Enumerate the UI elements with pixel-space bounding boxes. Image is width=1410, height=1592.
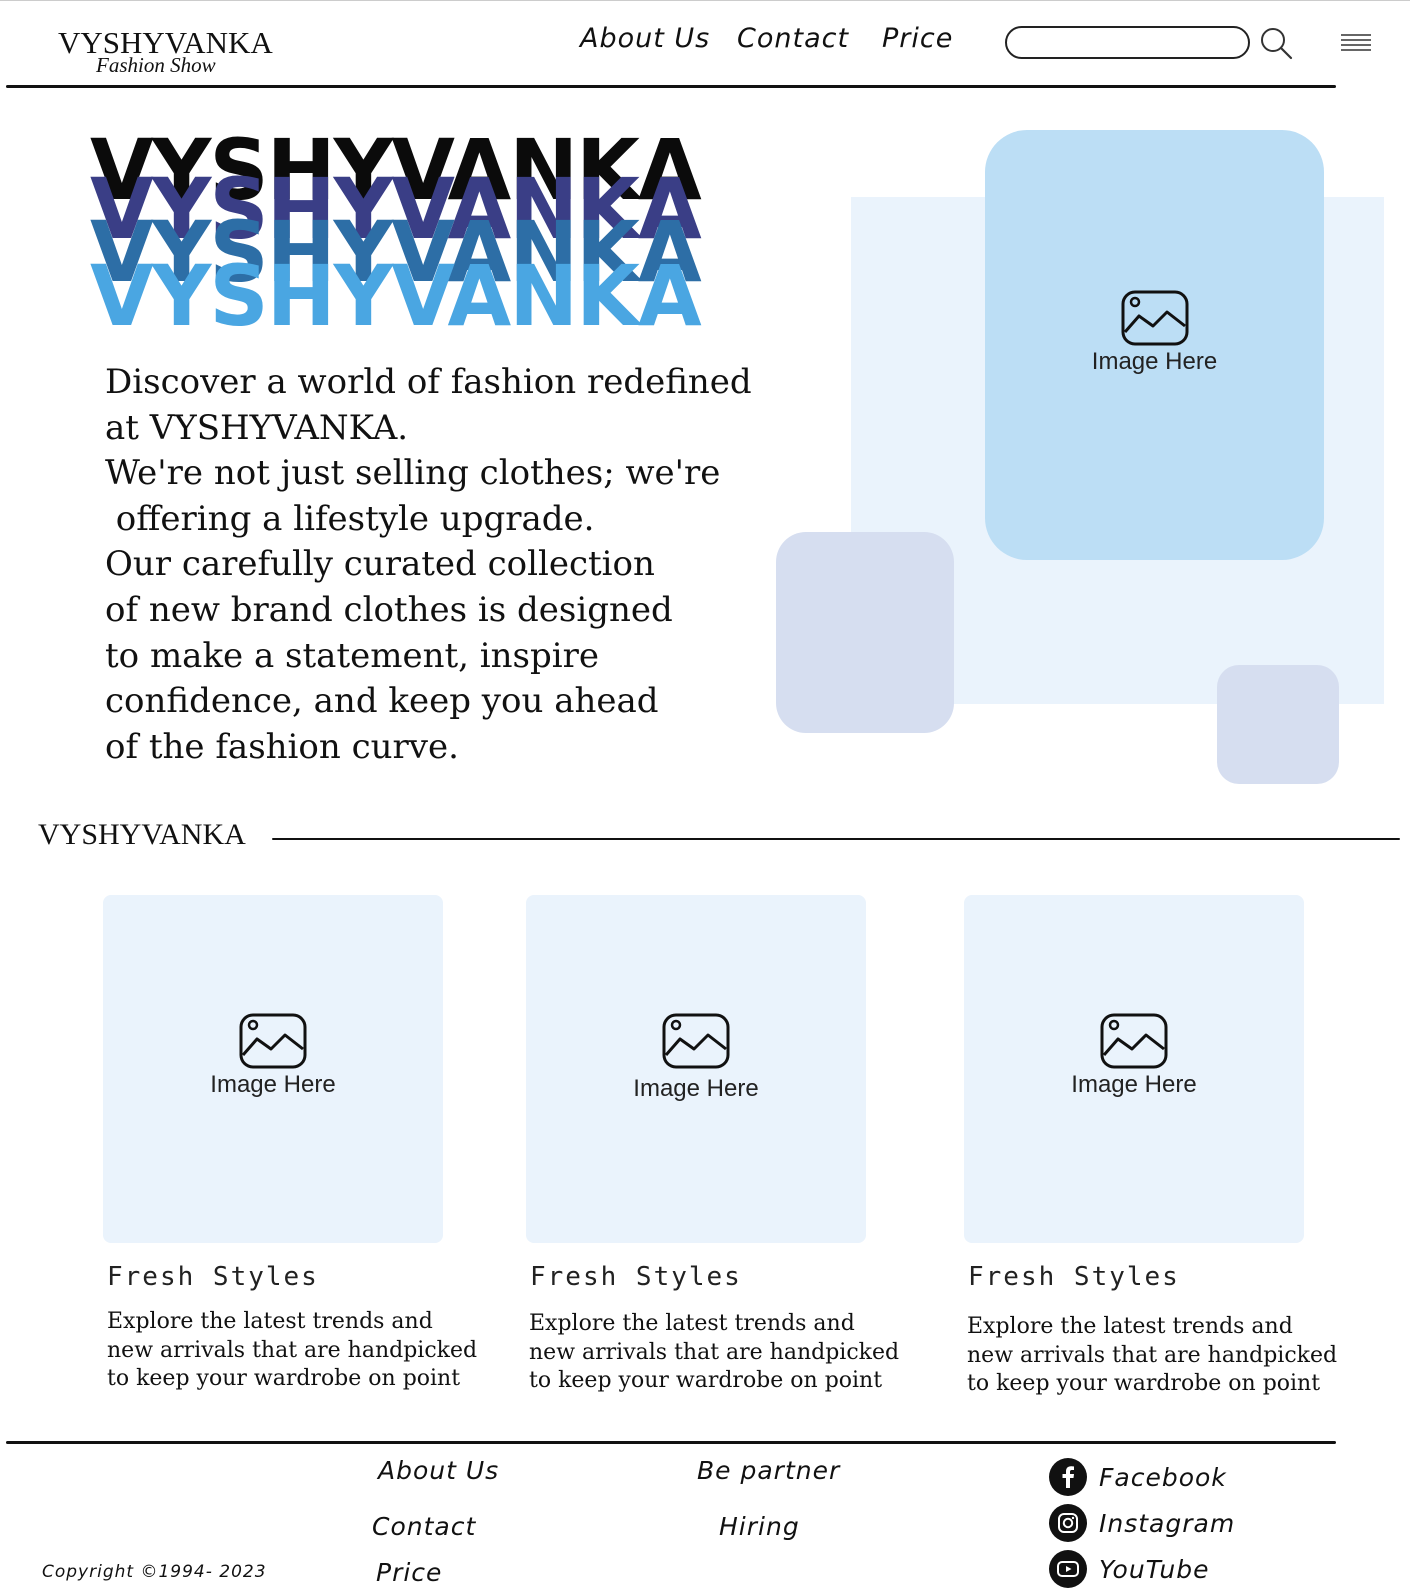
footer-divider	[6, 1441, 1336, 1444]
decorative-block	[776, 532, 954, 733]
image-placeholder: Image Here	[526, 1013, 866, 1103]
copyright-text: Copyright ©1994- 2023	[42, 1562, 267, 1582]
card-description: Explore the latest trends and new arriva…	[529, 1310, 909, 1396]
instagram-icon	[1049, 1504, 1087, 1542]
nav-contact[interactable]: Contact	[737, 23, 849, 54]
youtube-icon	[1049, 1550, 1087, 1588]
social-facebook-link[interactable]: Facebook	[1049, 1458, 1227, 1496]
footer-hiring-link[interactable]: Hiring	[719, 1512, 800, 1541]
hero-wordmark-layer: VYSHYVANKA	[90, 247, 702, 345]
image-icon	[1100, 1013, 1168, 1069]
card-title: Fresh Styles	[107, 1262, 319, 1292]
footer-be-partner-link[interactable]: Be partner	[697, 1456, 840, 1485]
facebook-label: Facebook	[1099, 1462, 1227, 1492]
image-placeholder-label: Image Here	[210, 1071, 336, 1098]
card-description: Explore the latest trends and new arriva…	[107, 1308, 487, 1394]
social-youtube-link[interactable]: YouTube	[1049, 1550, 1210, 1588]
image-placeholder-label: Image Here	[633, 1075, 759, 1102]
image-placeholder-label: Image Here	[1091, 348, 1218, 375]
card-description-line: new arrivals that are handpicked	[107, 1337, 478, 1363]
card-description-line: to keep your wardrobe on point	[967, 1371, 1321, 1396]
hero-description: Discover a world of fashion redefined at…	[105, 362, 752, 767]
decorative-block	[1217, 665, 1339, 784]
footer-contact-link[interactable]: Contact	[372, 1512, 476, 1541]
card-description-line: new arrivals that are handpicked	[967, 1342, 1338, 1368]
card-description-line: new arrivals that are handpicked	[529, 1339, 900, 1365]
footer-price-link[interactable]: Price	[376, 1558, 442, 1587]
card-description-line: to keep your wardrobe on point	[529, 1368, 883, 1393]
card-title: Fresh Styles	[530, 1262, 742, 1292]
card-title: Fresh Styles	[968, 1262, 1180, 1292]
card-image-placeholder: Image Here	[103, 895, 443, 1243]
image-icon	[662, 1013, 730, 1069]
image-placeholder-label: Image Here	[1071, 1071, 1197, 1098]
card-image-placeholder: Image Here	[964, 895, 1304, 1243]
youtube-label: YouTube	[1099, 1554, 1210, 1584]
nav-price[interactable]: Price	[882, 23, 953, 54]
card-description-line: Explore the latest trends and	[529, 1311, 855, 1336]
image-icon	[1121, 290, 1188, 346]
card-description-line: Explore the latest trends and	[967, 1314, 1293, 1339]
image-placeholder: Image Here	[103, 1013, 443, 1099]
section-title: VYSHYVANKA	[38, 818, 246, 851]
card-description: Explore the latest trends and new arriva…	[967, 1313, 1347, 1399]
facebook-icon	[1049, 1458, 1087, 1496]
logo-subtitle: Fashion Show	[96, 53, 216, 77]
hamburger-menu-icon[interactable]	[1340, 31, 1372, 55]
footer-about-us-link[interactable]: About Us	[378, 1456, 499, 1485]
search-input[interactable]	[1005, 26, 1250, 59]
nav-about-us[interactable]: About Us	[580, 23, 710, 54]
image-placeholder: Image Here	[964, 1013, 1304, 1099]
card-description-line: Explore the latest trends and	[107, 1309, 433, 1334]
header-divider	[6, 85, 1336, 88]
card-description-line: to keep your wardrobe on point	[107, 1366, 461, 1391]
instagram-label: Instagram	[1099, 1508, 1236, 1538]
search-icon[interactable]	[1259, 26, 1293, 60]
social-instagram-link[interactable]: Instagram	[1049, 1504, 1235, 1542]
card-image-placeholder: Image Here	[526, 895, 866, 1243]
site-header: VYSHYVANKA Fashion Show About Us Contact…	[0, 0, 1410, 88]
section-divider	[272, 838, 1400, 840]
image-placeholder: Image Here	[985, 290, 1324, 376]
image-icon	[239, 1013, 307, 1069]
hero-image-placeholder: Image Here	[985, 130, 1324, 560]
